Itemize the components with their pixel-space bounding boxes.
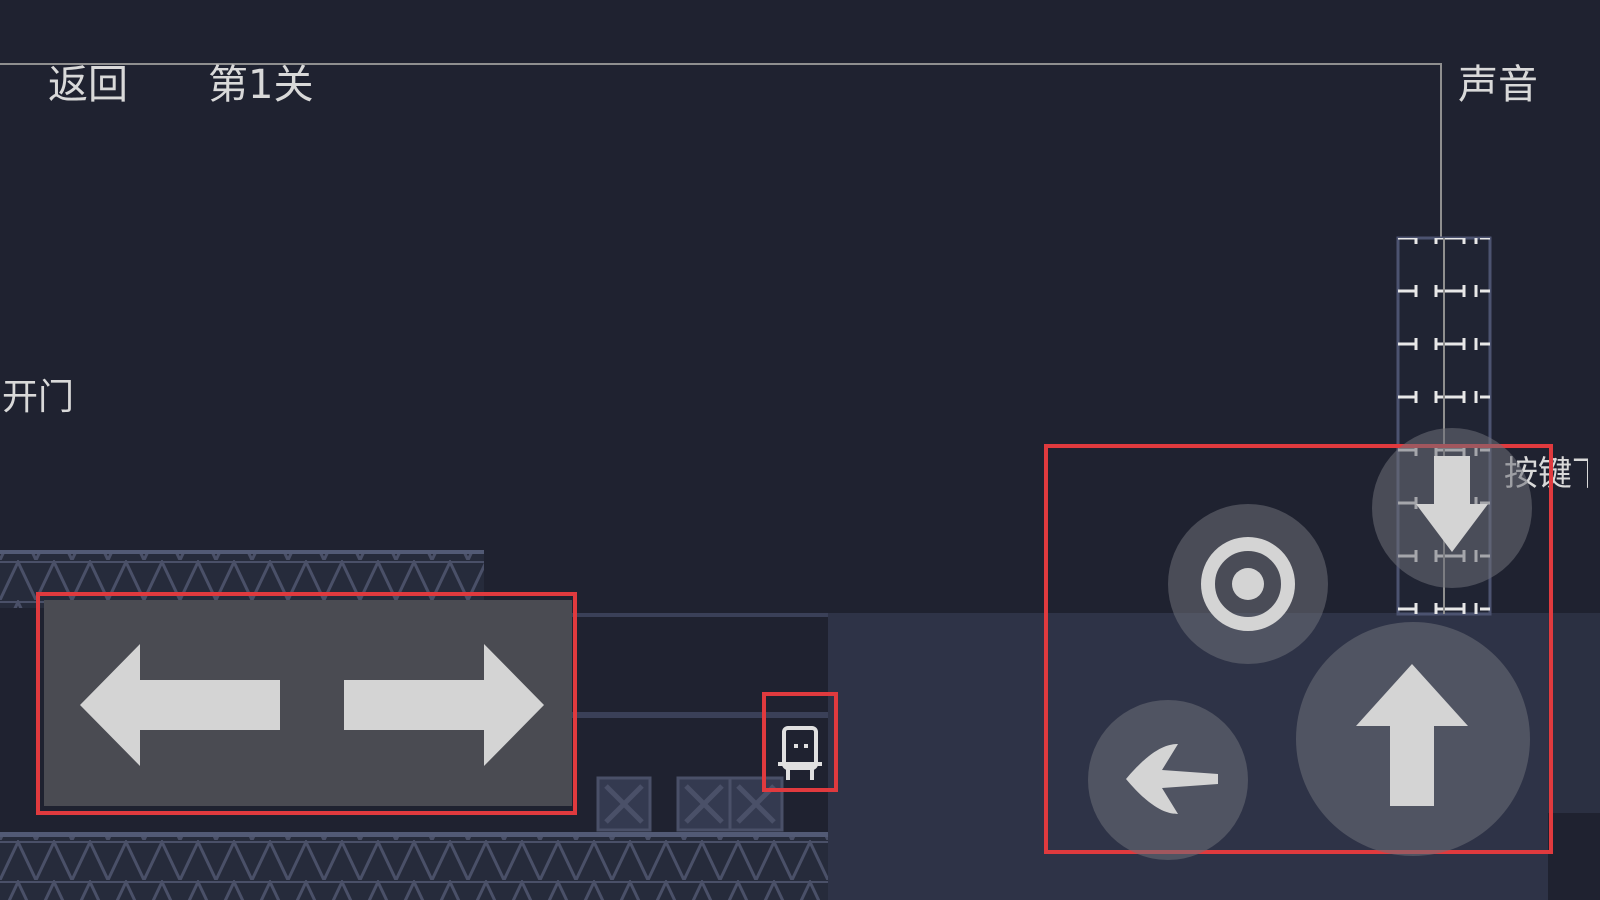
floor-girder	[0, 832, 828, 900]
dash-left-icon	[1126, 744, 1218, 814]
arrow-down-icon	[1416, 456, 1488, 552]
crates	[596, 776, 784, 832]
game-stage: 返回 第1关 声音 开门 按键下	[0, 0, 1600, 900]
platform-block-right	[1548, 613, 1600, 813]
arrow-left-icon[interactable]	[76, 640, 286, 770]
target-icon	[1201, 537, 1295, 631]
player-character	[778, 726, 822, 780]
arrow-right-icon[interactable]	[338, 640, 548, 770]
arrow-up-icon	[1356, 664, 1468, 806]
